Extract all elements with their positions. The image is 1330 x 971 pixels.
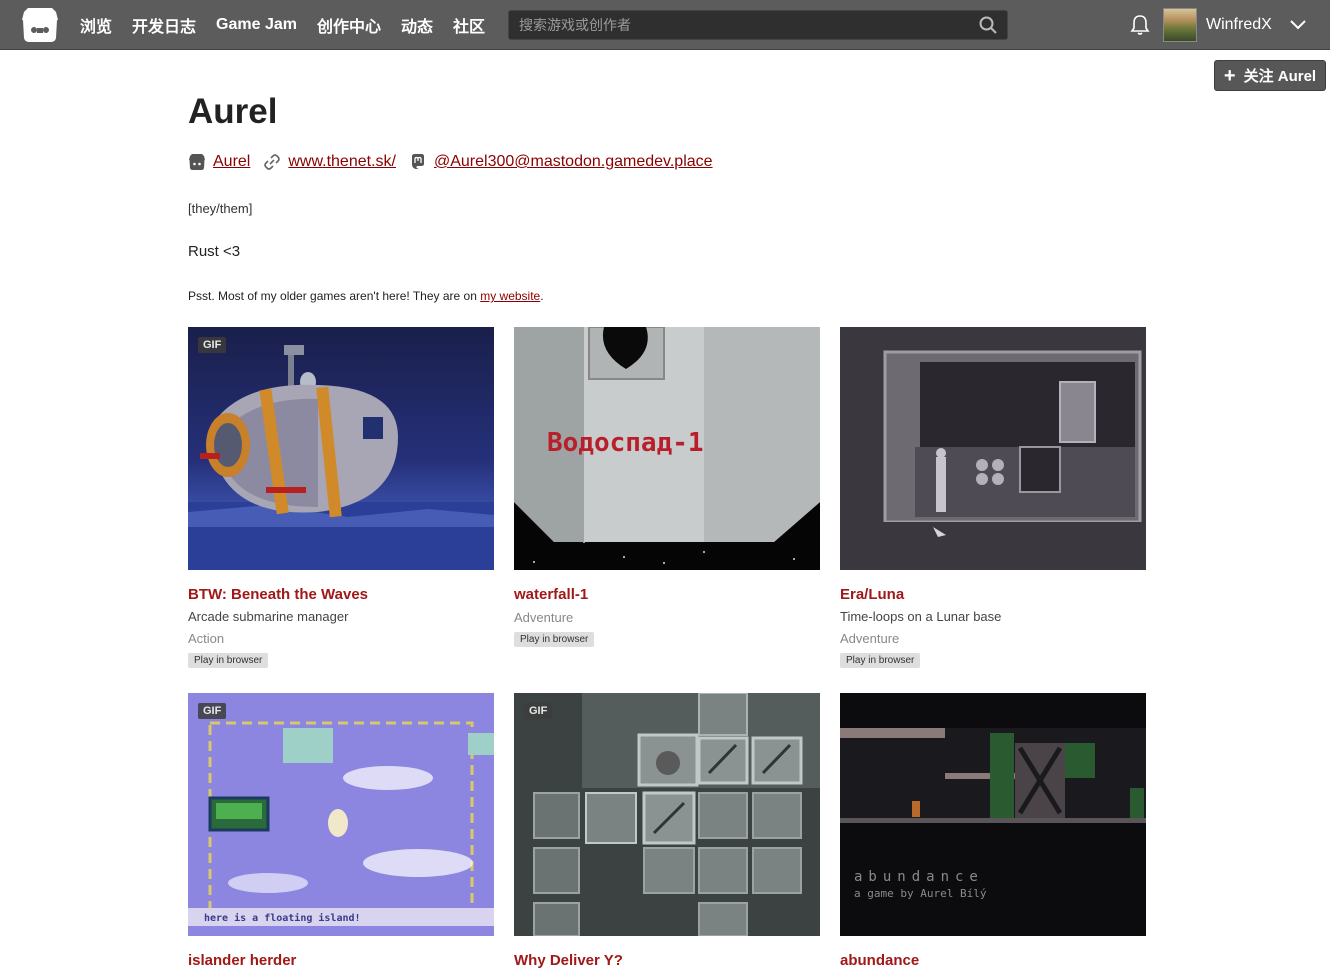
search-icon[interactable] [979, 16, 997, 34]
game-card-islander-herder: here is a floating island! GIF islander … [188, 693, 494, 970]
game-card-waterfall: Водоспад-1 waterfall-1 Adventure Play in… [514, 327, 820, 647]
mastodon-icon [411, 154, 424, 170]
game-card-btw: GIF BTW: Beneath the Waves Arcade submar… [188, 327, 494, 668]
game-card-abundance: abundance a game by Aurel Bílý abundance [840, 693, 1146, 970]
note-prefix: Psst. Most of my older games aren't here… [188, 289, 481, 303]
abundance-credit-text: a game by Aurel Bílý [854, 887, 987, 900]
lunar-base-thumbnail-art [840, 350, 1146, 570]
game-title[interactable]: islander herder [188, 951, 494, 970]
user-menu[interactable]: WinfredX [1163, 8, 1306, 42]
nav-activity[interactable]: 动态 [401, 13, 433, 37]
nav-devlogs[interactable]: 开发日志 [132, 13, 196, 37]
nav-game-jam[interactable]: Game Jam [216, 16, 297, 34]
delivery-grid-thumbnail-art [533, 693, 820, 936]
game-thumbnail[interactable]: GIF [514, 693, 820, 936]
my-website-link[interactable]: my website [480, 289, 540, 303]
game-thumbnail[interactable] [840, 327, 1146, 570]
island-caption-text: here is a floating island! [204, 912, 361, 924]
rocket-thumbnail-art: Водоспад-1 [514, 327, 820, 570]
website-link[interactable]: www.thenet.sk/ [288, 153, 396, 171]
game-description: Arcade submarine manager [188, 609, 349, 624]
gif-badge: GIF [524, 703, 553, 719]
game-thumbnail[interactable]: abundance a game by Aurel Bílý [840, 693, 1146, 936]
tagline-text: Rust <3 [188, 243, 241, 260]
itchio-logo-icon[interactable] [20, 8, 60, 44]
game-genre: Adventure [514, 610, 574, 625]
play-in-browser-badge: Play in browser [840, 653, 921, 668]
abundance-thumbnail-art: abundance a game by Aurel Bílý [840, 728, 1146, 900]
username[interactable]: WinfredX [1206, 16, 1272, 34]
game-title[interactable]: BTW: Beneath the Waves [188, 585, 494, 604]
play-in-browser-badge: Play in browser [514, 632, 595, 647]
rocket-label-text: Водоспад-1 [547, 428, 704, 458]
page-title: Aurel [188, 92, 278, 131]
itchio-icon [189, 154, 205, 170]
gif-badge: GIF [198, 703, 227, 719]
game-card-era-luna: Era/Luna Time-loops on a Lunar base Adve… [840, 327, 1146, 668]
game-description: Time-loops on a Lunar base [840, 609, 1002, 624]
game-thumbnail[interactable]: Водоспад-1 [514, 327, 820, 570]
notification-bell-icon[interactable] [1130, 14, 1150, 36]
pronouns-text: [they/them] [188, 201, 253, 216]
top-navigation-bar: 浏览 开发日志 Game Jam 创作中心 动态 社区 WinfredX [0, 0, 1330, 50]
link-icon [264, 154, 281, 170]
abundance-title-text: abundance [854, 869, 984, 885]
nav-community[interactable]: 社区 [453, 13, 485, 37]
gif-badge: GIF [198, 337, 227, 353]
plus-icon: + [1223, 64, 1236, 87]
game-title[interactable]: waterfall-1 [514, 585, 820, 604]
game-card-why-deliver-y: GIF Why Deliver Y? [514, 693, 820, 970]
itchio-profile-link[interactable]: Aurel [213, 153, 250, 171]
game-title[interactable]: Why Deliver Y? [514, 951, 820, 970]
follow-button[interactable]: + 关注 Aurel [1214, 60, 1326, 91]
main-nav: 浏览 开发日志 Game Jam 创作中心 动态 社区 [80, 0, 505, 50]
game-genre: Action [188, 631, 225, 646]
profile-links: Aurel www.thenet.sk/ @Aurel300@mastodon.… [188, 153, 713, 171]
game-thumbnail[interactable]: GIF [188, 327, 494, 570]
nav-browse[interactable]: 浏览 [80, 13, 112, 37]
follow-label: 关注 Aurel [1243, 68, 1317, 85]
play-in-browser-badge: Play in browser [188, 653, 269, 668]
older-games-note: Psst. Most of my older games aren't here… [188, 289, 544, 303]
game-title[interactable]: Era/Luna [840, 585, 1146, 604]
search-box [508, 10, 1008, 40]
search-input[interactable] [509, 11, 969, 39]
game-title[interactable]: abundance [840, 951, 1146, 970]
game-thumbnail[interactable]: here is a floating island! GIF [188, 693, 494, 936]
avatar[interactable] [1163, 8, 1197, 42]
submarine-thumbnail-art [188, 345, 494, 570]
nav-creator-hub[interactable]: 创作中心 [317, 13, 381, 37]
chevron-down-icon[interactable] [1290, 20, 1306, 30]
game-genre: Adventure [840, 631, 900, 646]
note-suffix: . [540, 289, 544, 303]
mastodon-link[interactable]: @Aurel300@mastodon.gamedev.place [434, 153, 713, 171]
floating-island-thumbnail-art: here is a floating island! [188, 721, 494, 926]
